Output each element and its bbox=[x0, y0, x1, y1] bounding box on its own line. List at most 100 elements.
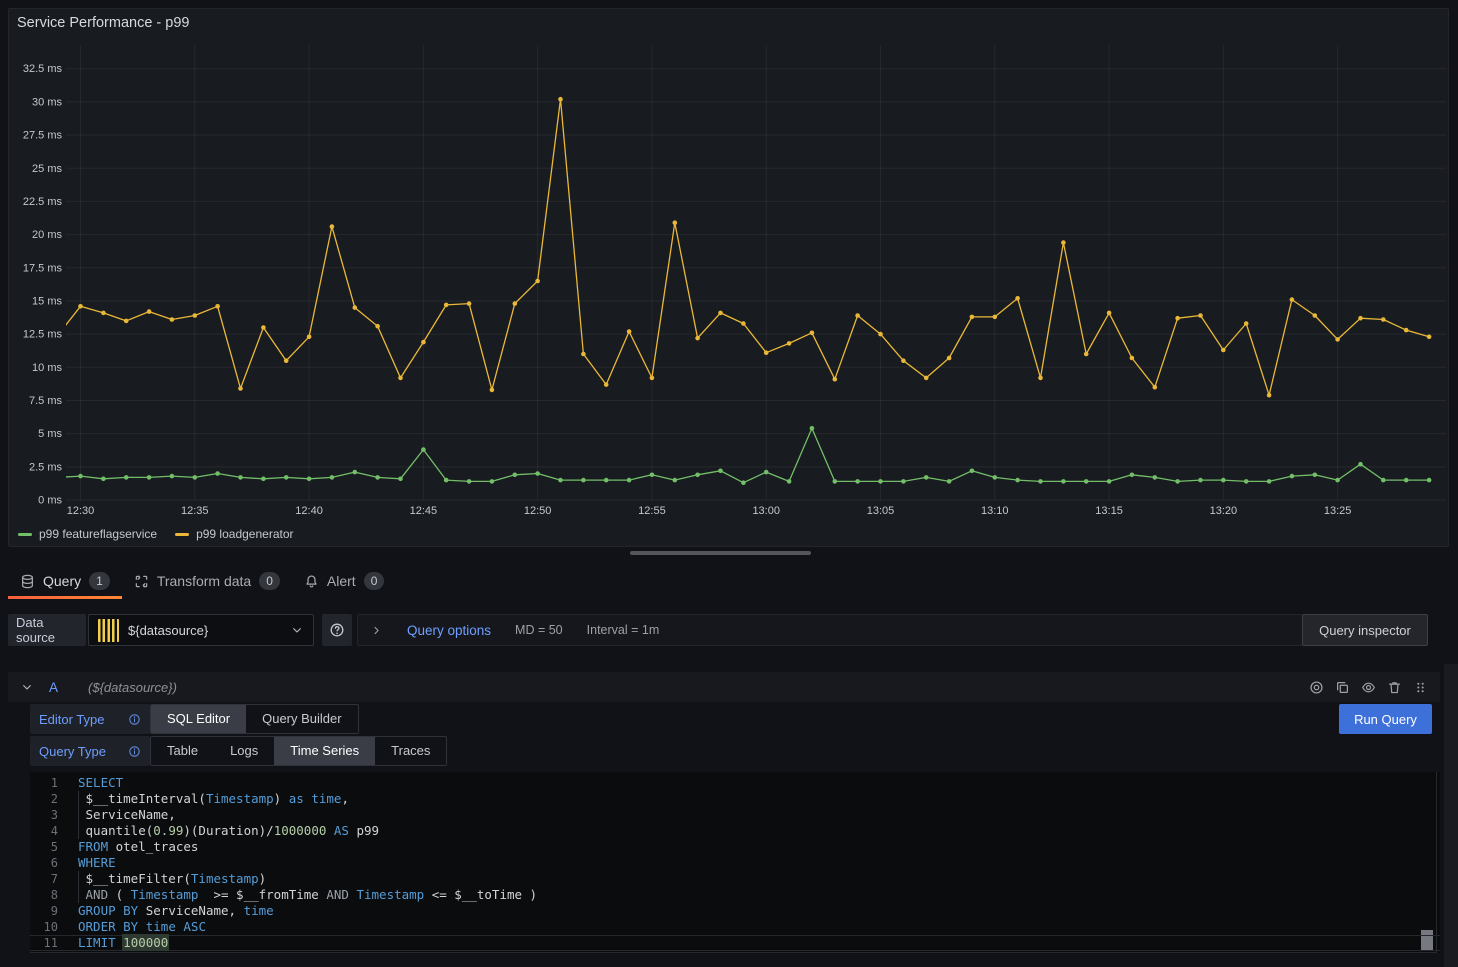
query-options-link[interactable]: Query options bbox=[407, 623, 491, 638]
query-row-header[interactable]: A (${datasource}) bbox=[8, 672, 1440, 702]
datasource-value: ${datasource} bbox=[128, 623, 208, 638]
y-axis-tick: 32.5 ms bbox=[23, 63, 63, 75]
tab-count-badge: 1 bbox=[89, 572, 110, 590]
y-axis-tick: 2.5 ms bbox=[29, 461, 63, 473]
page-scrollbar-track[interactable] bbox=[1444, 664, 1458, 967]
y-axis-tick: 0 ms bbox=[38, 495, 62, 507]
disable-query-icon[interactable] bbox=[1309, 680, 1324, 695]
x-axis-tick: 12:55 bbox=[638, 505, 666, 517]
drag-handle-icon[interactable] bbox=[1413, 680, 1428, 695]
y-axis-tick: 17.5 ms bbox=[23, 262, 63, 274]
tab-count-badge: 0 bbox=[259, 572, 280, 590]
line-number: 11 bbox=[30, 935, 58, 951]
y-axis-tick: 12.5 ms bbox=[23, 329, 63, 341]
y-axis-tick: 25 ms bbox=[32, 163, 62, 175]
interval-value: Interval = 1m bbox=[587, 623, 660, 637]
bell-icon bbox=[304, 574, 319, 589]
tab-alert[interactable]: Alert 0 bbox=[292, 562, 396, 600]
database-icon bbox=[20, 574, 35, 589]
editor-type-label: Editor Type bbox=[30, 704, 150, 734]
query-type-time-series[interactable]: Time Series bbox=[274, 737, 375, 765]
collapse-chevron-down-icon[interactable] bbox=[20, 680, 34, 694]
x-axis-tick: 13:20 bbox=[1210, 505, 1238, 517]
hide-response-icon[interactable] bbox=[1361, 680, 1376, 695]
tab-count-badge: 0 bbox=[364, 572, 385, 590]
query-type-label-text: Query Type bbox=[39, 744, 106, 759]
editor-type-switch: SQL EditorQuery Builder bbox=[150, 704, 359, 734]
x-axis-tick: 13:15 bbox=[1095, 505, 1123, 517]
panel-resize-handle[interactable] bbox=[630, 551, 811, 555]
code-line-8: 8 AND ( Timestamp >= $__fromTime AND Tim… bbox=[30, 887, 1440, 903]
y-axis-tick: 5 ms bbox=[38, 428, 62, 440]
code-line-10: 10ORDER BY time ASC bbox=[30, 919, 1440, 935]
grafana-panel-editor: Service Performance - p99 0 ms 2.5 ms 5 ms… bbox=[0, 0, 1458, 967]
legend-item-p99-featureflagservice[interactable]: p99 featureflagservice bbox=[18, 527, 157, 541]
query-options-bar[interactable]: Query options MD = 50 Interval = 1m bbox=[357, 614, 1303, 646]
x-axis-tick: 12:35 bbox=[181, 505, 209, 517]
chart-panel: Service Performance - p99 0 ms 2.5 ms 5 ms… bbox=[8, 8, 1449, 547]
remove-query-icon[interactable] bbox=[1387, 680, 1402, 695]
line-number: 9 bbox=[30, 903, 58, 919]
query-type-label: Query Type bbox=[30, 736, 150, 766]
datasource-help-button[interactable] bbox=[322, 614, 352, 646]
x-axis-tick: 13:00 bbox=[752, 505, 780, 517]
query-ref-id: A bbox=[49, 680, 58, 695]
code-line-7: 7 $__timeFilter(Timestamp) bbox=[30, 871, 1440, 887]
line-number: 4 bbox=[30, 823, 58, 839]
line-number: 10 bbox=[30, 919, 58, 935]
x-axis-tick: 12:45 bbox=[410, 505, 438, 517]
tab-label: Alert bbox=[327, 573, 356, 589]
y-axis-tick: 30 ms bbox=[32, 96, 62, 108]
x-axis-tick: 12:30 bbox=[67, 505, 95, 517]
query-datasource-hint: (${datasource}) bbox=[88, 680, 177, 695]
line-number: 8 bbox=[30, 887, 58, 903]
sql-code-editor[interactable]: 1SELECT2 $__timeInterval(Timestamp) as t… bbox=[30, 772, 1440, 953]
x-axis-tick: 12:40 bbox=[295, 505, 323, 517]
panel-title[interactable]: Service Performance - p99 bbox=[17, 15, 189, 31]
line-number: 6 bbox=[30, 855, 58, 871]
max-data-points-value: MD = 50 bbox=[515, 623, 563, 637]
editor-type-sql-editor[interactable]: SQL Editor bbox=[151, 705, 246, 733]
series-p99-loadgenerator bbox=[55, 97, 1431, 398]
tab-query[interactable]: Query1 bbox=[8, 562, 122, 600]
x-axis-tick: 12:50 bbox=[524, 505, 552, 517]
query-type-table[interactable]: Table bbox=[151, 737, 214, 765]
code-line-5: 5FROM otel_traces bbox=[30, 839, 1440, 855]
transform-icon bbox=[134, 574, 149, 589]
code-line-9: 9GROUP BY ServiceName, time bbox=[30, 903, 1440, 919]
legend-swatch bbox=[175, 533, 189, 536]
editor-tabs: Query1Transform data0 Alert 0 bbox=[0, 562, 1458, 600]
y-axis-tick: 15 ms bbox=[32, 295, 62, 307]
chevron-down-icon bbox=[290, 623, 304, 637]
tab-transform-data[interactable]: Transform data0 bbox=[122, 562, 292, 600]
code-line-6: 6WHERE bbox=[30, 855, 1440, 871]
timeseries-chart[interactable]: 0 ms 2.5 ms 5 ms 7.5 ms 10 ms 12.5 ms 15 ms 17.… bbox=[9, 9, 1448, 546]
y-axis-tick: 7.5 ms bbox=[29, 395, 63, 407]
legend-swatch bbox=[18, 533, 32, 536]
run-query-button[interactable]: Run Query bbox=[1339, 704, 1432, 734]
query-type-switch: TableLogsTime SeriesTraces bbox=[150, 736, 447, 766]
x-axis-tick: 13:25 bbox=[1324, 505, 1352, 517]
datasource-picker[interactable]: ${datasource} bbox=[88, 614, 314, 646]
question-circle-icon bbox=[329, 622, 345, 638]
editor-type-query-builder[interactable]: Query Builder bbox=[246, 705, 357, 733]
info-circle-icon bbox=[128, 713, 141, 726]
code-line-4: 4 quantile(0.99)(Duration)/1000000 AS p9… bbox=[30, 823, 1440, 839]
x-axis-tick: 13:05 bbox=[867, 505, 895, 517]
query-inspector-button[interactable]: Query inspector bbox=[1302, 614, 1428, 646]
info-circle-icon bbox=[128, 745, 141, 758]
duplicate-query-icon[interactable] bbox=[1335, 680, 1350, 695]
line-number: 3 bbox=[30, 807, 58, 823]
y-axis-tick: 22.5 ms bbox=[23, 196, 63, 208]
line-number: 1 bbox=[30, 775, 58, 791]
x-axis-tick: 13:10 bbox=[981, 505, 1009, 517]
query-type-traces[interactable]: Traces bbox=[375, 737, 446, 765]
query-row-actions bbox=[1309, 680, 1428, 695]
query-type-logs[interactable]: Logs bbox=[214, 737, 274, 765]
y-axis-tick: 20 ms bbox=[32, 229, 62, 241]
y-axis-tick: 27.5 ms bbox=[23, 130, 63, 142]
y-axis-tick: 10 ms bbox=[32, 362, 62, 374]
clickhouse-datasource-icon bbox=[98, 619, 119, 642]
line-number: 7 bbox=[30, 871, 58, 887]
legend-item-p99-loadgenerator[interactable]: p99 loadgenerator bbox=[175, 527, 293, 541]
